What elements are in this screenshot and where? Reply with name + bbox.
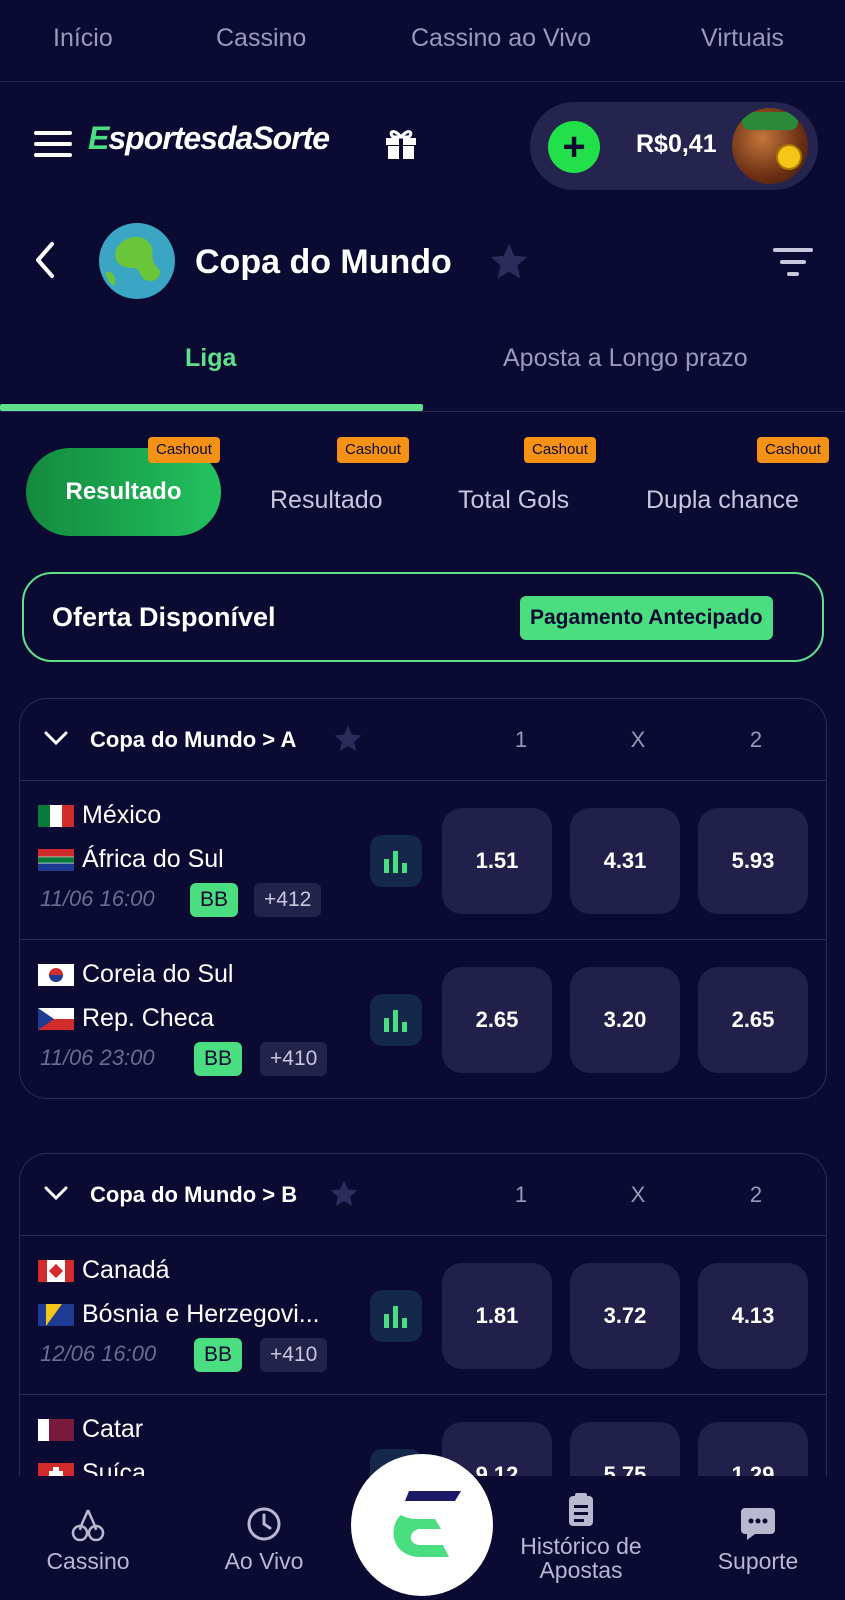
cashout-badge: Cashout (524, 437, 596, 463)
chevron-down-icon[interactable] (44, 1184, 68, 1202)
more-markets-button[interactable]: +412 (254, 883, 322, 917)
odd-button-2[interactable]: 4.13 (698, 1263, 808, 1369)
offer-banner[interactable]: Oferta Disponível Pagamento Antecipado (22, 572, 824, 662)
league-name: Copa do Mundo > B (90, 1182, 298, 1207)
column-header-2: 2 (749, 1182, 763, 1207)
more-markets-button[interactable]: +410 (260, 1338, 328, 1372)
home-team: México (38, 801, 161, 830)
tab-liga[interactable]: Liga (185, 344, 236, 373)
flag-canada-icon (38, 1259, 74, 1282)
menu-icon[interactable] (34, 131, 72, 157)
column-header-2: 2 (749, 727, 763, 752)
globe-icon (99, 223, 175, 299)
stats-button[interactable] (370, 994, 422, 1046)
home-team: Canadá (38, 1256, 170, 1285)
market-chip-dupla-chance[interactable]: Dupla chance (646, 486, 799, 515)
away-team: Rep. Checa (38, 1004, 214, 1033)
cashout-badge: Cashout (148, 437, 220, 463)
market-chip-total-gols[interactable]: Total Gols (458, 486, 569, 515)
brand-logo[interactable]: EsportesdaSorte (88, 120, 330, 157)
match-date: 11/06 16:00 (40, 886, 155, 911)
league-star-icon[interactable] (332, 723, 364, 755)
flag-czech-icon (38, 1007, 74, 1030)
match-row[interactable]: México África do Sul 11/06 16:00 BB +412… (20, 781, 826, 940)
chevron-down-icon[interactable] (44, 729, 68, 747)
bar-chart-icon (384, 1010, 407, 1032)
flag-bosnia-icon (38, 1303, 74, 1326)
balance-pill: + R$0,41 (530, 102, 818, 190)
league-header[interactable]: Copa do Mundo > B 1 X 2 (20, 1154, 826, 1236)
filter-icon[interactable] (772, 246, 814, 278)
match-row[interactable]: Canadá Bósnia e Herzegovi... 12/06 16:00… (20, 1236, 826, 1395)
bottomnav-historico[interactable]: Histórico de Apostas (506, 1492, 656, 1582)
league-star-icon[interactable] (328, 1178, 360, 1210)
page-title: Copa do Mundo (195, 243, 452, 281)
bet-builder-badge[interactable]: BB (190, 883, 239, 917)
odd-button-x[interactable]: 3.20 (570, 967, 680, 1073)
bar-chart-icon (384, 1306, 407, 1328)
topnav-cassino-ao-vivo[interactable]: Cassino ao Vivo (411, 24, 591, 53)
flag-south-africa-icon (38, 848, 74, 871)
market-chip-resultado[interactable]: Resultado (270, 486, 383, 515)
odd-button-2[interactable]: 2.65 (698, 967, 808, 1073)
match-row[interactable]: Coreia do Sul Rep. Checa 11/06 23:00 BB … (20, 940, 826, 1099)
column-header-1: 1 (514, 1182, 528, 1207)
tab-indicator (0, 404, 423, 411)
offer-title: Oferta Disponível (52, 602, 276, 632)
avatar[interactable] (732, 108, 808, 184)
cherry-icon (71, 1509, 105, 1542)
stats-button[interactable] (370, 1290, 422, 1342)
home-team: Catar (38, 1415, 143, 1444)
bottomnav-ao-vivo[interactable]: Ao Vivo (214, 1506, 314, 1575)
home-logo-button[interactable] (351, 1454, 493, 1596)
bet-builder-badge[interactable]: BB (194, 1042, 243, 1076)
flag-south-korea-icon (38, 963, 74, 986)
stats-button[interactable] (370, 835, 422, 887)
odd-button-1[interactable]: 2.65 (442, 967, 552, 1073)
clock-icon (247, 1507, 281, 1541)
offer-badge: Pagamento Antecipado (520, 596, 773, 640)
bottomnav-suporte[interactable]: Suporte (708, 1506, 808, 1575)
flag-mexico-icon (38, 804, 74, 827)
away-team: África do Sul (38, 845, 224, 874)
league-card-a: Copa do Mundo > A 1 X 2 México África do… (19, 698, 827, 1099)
back-arrow-icon[interactable] (32, 240, 56, 280)
home-team: Coreia do Sul (38, 960, 233, 989)
bar-chart-icon (384, 851, 407, 873)
bet-builder-badge[interactable]: BB (194, 1338, 243, 1372)
brand-e-icon (393, 1491, 461, 1557)
favorite-star-icon[interactable] (487, 240, 531, 284)
odd-button-1[interactable]: 1.81 (442, 1263, 552, 1369)
deposit-button[interactable]: + (548, 121, 600, 173)
odd-button-2[interactable]: 5.93 (698, 808, 808, 914)
top-navigation: Início Cassino Cassino ao Vivo Virtuais (0, 0, 845, 82)
league-name: Copa do Mundo > A (90, 727, 297, 752)
bottomnav-cassino[interactable]: Cassino (40, 1506, 136, 1575)
tab-long-term[interactable]: Aposta a Longo prazo (503, 344, 748, 373)
gift-icon[interactable] (384, 126, 418, 160)
cashout-badge: Cashout (337, 437, 409, 463)
clipboard-icon (569, 1493, 593, 1526)
odd-button-x[interactable]: 4.31 (570, 808, 680, 914)
cashout-badge: Cashout (757, 437, 829, 463)
more-markets-button[interactable]: +410 (260, 1042, 328, 1076)
topnav-virtuais[interactable]: Virtuais (701, 24, 784, 53)
column-header-x: X (630, 1182, 646, 1207)
topnav-inicio[interactable]: Início (53, 24, 113, 53)
topnav-cassino[interactable]: Cassino (216, 24, 306, 53)
flag-qatar-icon (38, 1418, 74, 1441)
match-date: 11/06 23:00 (40, 1045, 155, 1070)
away-team: Bósnia e Herzegovi... (38, 1300, 320, 1329)
column-header-x: X (630, 727, 646, 752)
tab-bar: Liga Aposta a Longo prazo (0, 320, 845, 412)
odd-button-1[interactable]: 1.51 (442, 808, 552, 914)
balance-amount: R$0,41 (636, 130, 717, 158)
match-date: 12/06 16:00 (40, 1341, 157, 1366)
league-header[interactable]: Copa do Mundo > A 1 X 2 (20, 699, 826, 781)
odd-button-x[interactable]: 3.72 (570, 1263, 680, 1369)
column-header-1: 1 (514, 727, 528, 752)
chat-bubble-icon (741, 1508, 775, 1540)
